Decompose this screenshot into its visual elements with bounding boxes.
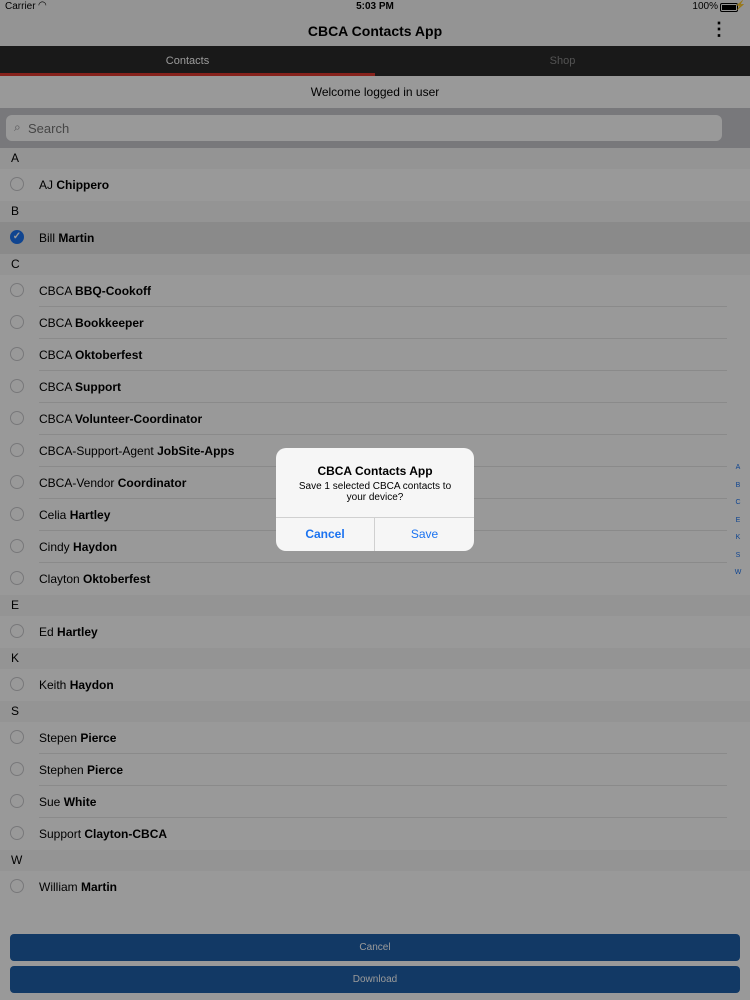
save-alert-dialog: CBCA Contacts App Save 1 selected CBCA c… [276,448,474,551]
alert-save-button[interactable]: Save [375,518,474,551]
alert-title: CBCA Contacts App [317,464,433,478]
alert-cancel-button[interactable]: Cancel [276,518,375,551]
alert-message: Save 1 selected CBCA contacts to your de… [298,481,452,503]
alert-buttons: Cancel Save [276,517,474,551]
